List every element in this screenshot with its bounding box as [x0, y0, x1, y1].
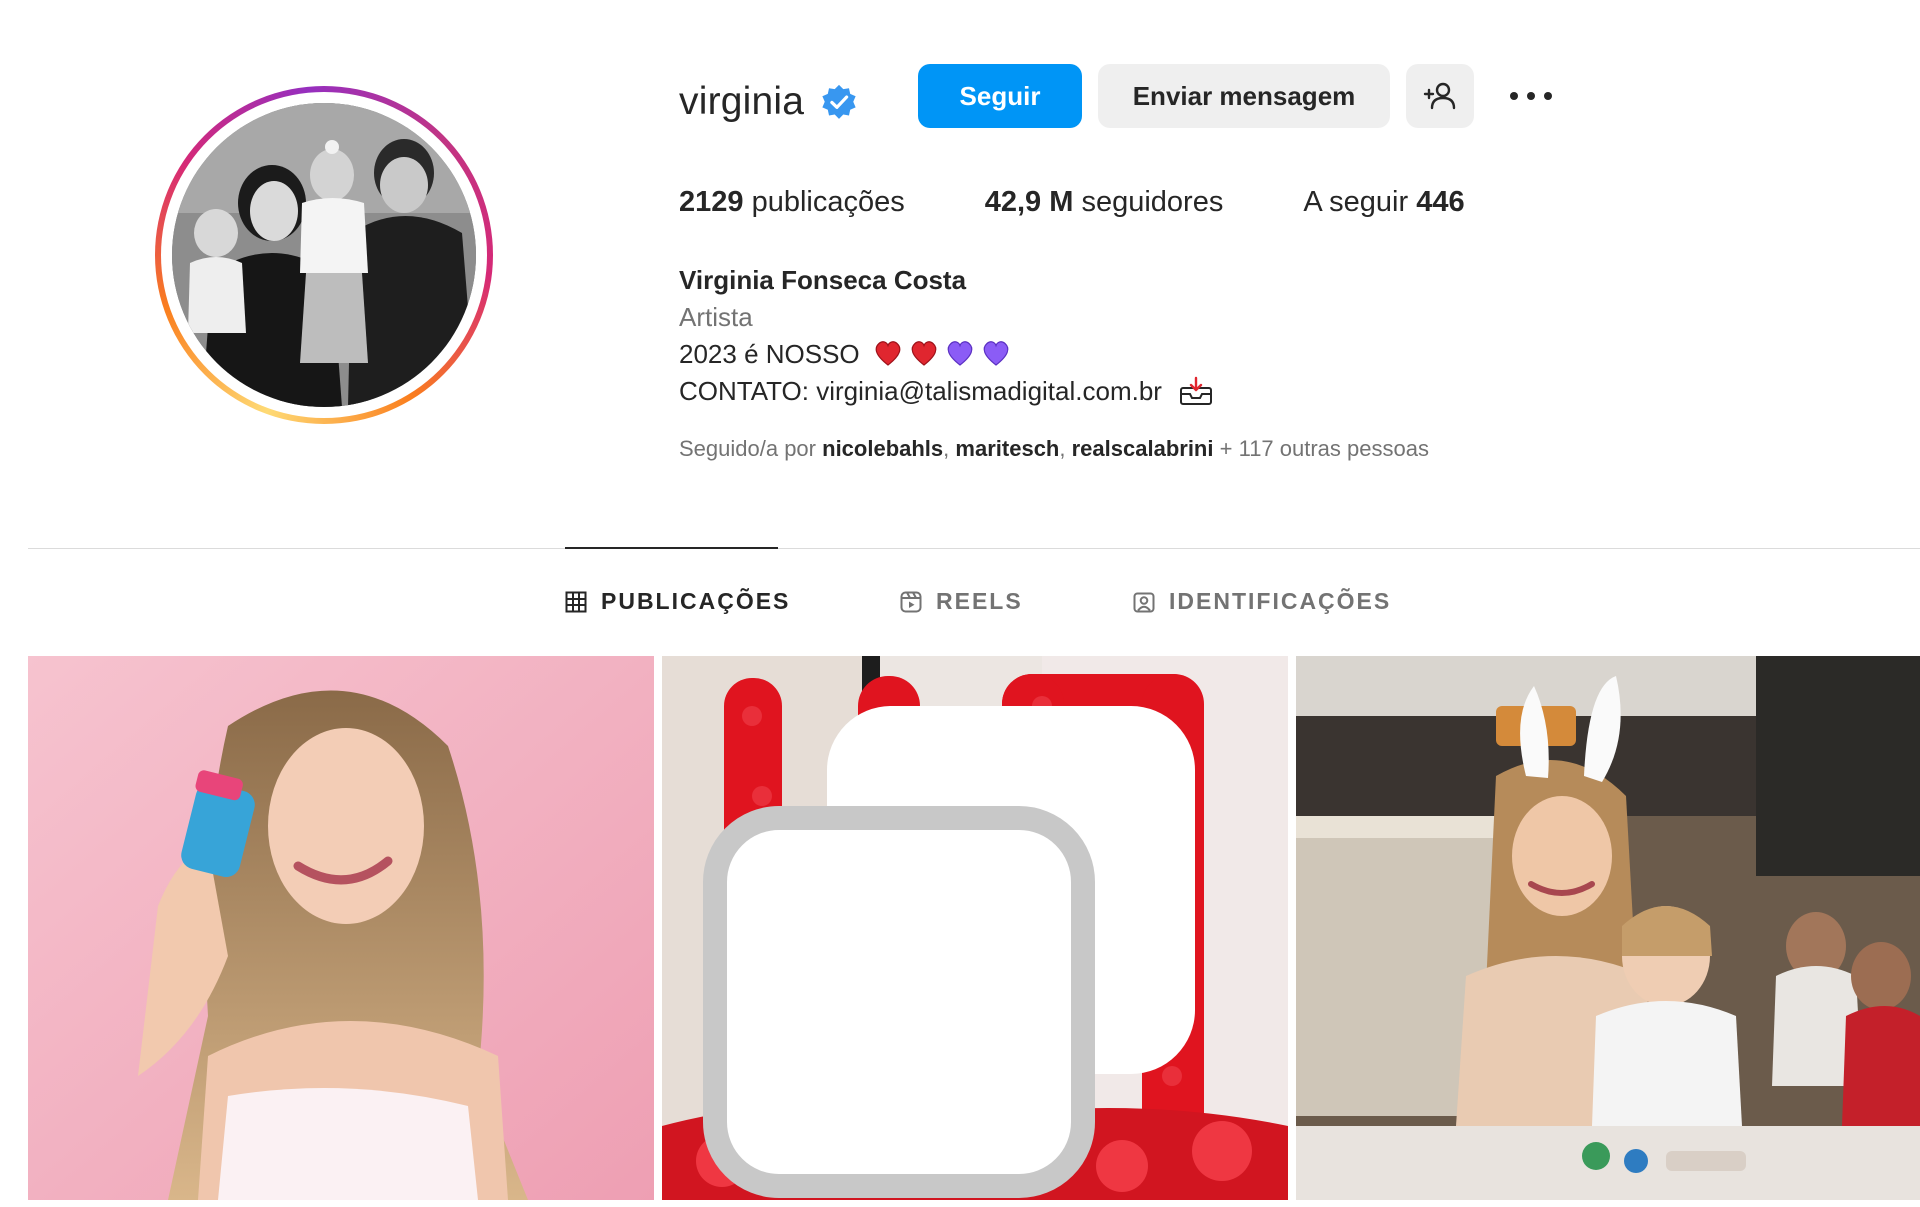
more-options-button[interactable] — [1506, 78, 1556, 114]
tagged-icon — [1133, 592, 1155, 612]
red-heart-emoji-icon — [875, 341, 901, 366]
post-thumbnail[interactable] — [662, 656, 1288, 1200]
active-tab-indicator — [565, 547, 778, 549]
posts-label: publicações — [751, 186, 905, 218]
red-heart-emoji-icon — [911, 341, 937, 366]
follower-link[interactable]: maritesch — [955, 436, 1059, 461]
followers-label: seguidores — [1081, 186, 1224, 218]
following-stat[interactable]: A seguir 446 — [1303, 186, 1464, 219]
profile-bio: Virginia Fonseca Costa Artista 2023 é NO… — [679, 262, 1213, 410]
followers-stat[interactable]: 42,9 M seguidores — [985, 186, 1224, 219]
tab-tagged[interactable]: IDENTIFICAÇÕES — [1133, 588, 1391, 615]
family-photo-avatar — [172, 103, 476, 407]
tab-label: REELS — [936, 588, 1023, 614]
send-message-button[interactable]: Enviar mensagem — [1098, 64, 1390, 128]
followed-by[interactable]: Seguido/a por nicolebahls, maritesch, re… — [679, 436, 1429, 462]
follow-button[interactable]: Seguir — [918, 64, 1082, 128]
following-count: 446 — [1416, 186, 1465, 218]
separator: , — [943, 436, 950, 461]
bio-line: 2023 é NOSSO — [679, 336, 1213, 373]
verified-badge-icon — [822, 84, 856, 119]
followers-count: 42,9 M — [984, 186, 1074, 218]
followed-by-suffix: + 117 outras pessoas — [1219, 436, 1429, 461]
full-name: Virginia Fonseca Costa — [679, 265, 967, 295]
following-label: A seguir — [1303, 186, 1409, 218]
suggested-accounts-button[interactable] — [1406, 64, 1474, 128]
followed-by-prefix: Seguido/a por — [679, 436, 816, 461]
add-person-icon — [1423, 82, 1456, 110]
post-thumbnail[interactable] — [28, 656, 654, 1200]
profile-avatar[interactable] — [172, 103, 476, 407]
follower-link[interactable]: nicolebahls — [822, 436, 943, 461]
purple-heart-emoji-icon — [947, 341, 973, 366]
tab-label: IDENTIFICAÇÕES — [1169, 588, 1392, 614]
grid-icon — [565, 591, 587, 612]
carousel-icon — [703, 706, 1195, 1198]
tab-publications[interactable]: PUBLICAÇÕES — [565, 588, 790, 615]
family-easter-kitchen-image — [1296, 656, 1920, 1200]
posts-count: 2129 — [679, 186, 744, 218]
bio-contact-line: CONTATO: virginia@talismadigital.com.br — [679, 373, 1213, 410]
purple-heart-emoji-icon — [983, 341, 1009, 366]
tabs-divider — [28, 548, 1920, 549]
posts-stat: 2129 publicações — [679, 186, 905, 219]
tab-reels[interactable]: REELS — [900, 588, 1023, 615]
profile-category: Artista — [679, 302, 753, 332]
story-ring[interactable] — [155, 86, 493, 424]
follower-link[interactable]: realscalabrini — [1072, 436, 1214, 461]
username-row: virginia — [679, 72, 858, 132]
bio-text: 2023 é NOSSO — [679, 339, 860, 369]
reels-icon — [900, 591, 922, 612]
separator: , — [1059, 436, 1066, 461]
tab-label: PUBLICAÇÕES — [601, 588, 791, 614]
avatar-gap — [161, 92, 487, 418]
username: virginia — [679, 80, 805, 123]
post-thumbnail[interactable] — [1296, 656, 1920, 1200]
more-options-icon — [1510, 92, 1552, 100]
inbox-tray-emoji-icon — [1180, 376, 1213, 405]
pink-product-portrait-image — [28, 656, 654, 1200]
bio-contact: CONTATO: virginia@talismadigital.com.br — [679, 376, 1162, 406]
profile-stats: 2129 publicações 42,9 M seguidores A seg… — [679, 186, 1545, 219]
